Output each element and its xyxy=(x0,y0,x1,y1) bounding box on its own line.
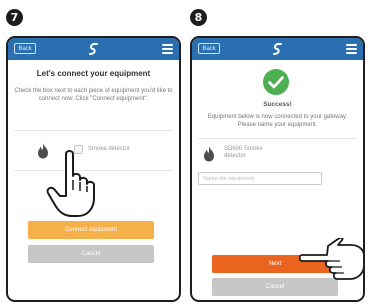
divider xyxy=(198,138,357,139)
logo-icon xyxy=(89,42,98,55)
back-button[interactable]: Back xyxy=(14,43,36,54)
logo-icon xyxy=(273,42,282,55)
success-title: Success! xyxy=(263,101,292,108)
instructions-text: Check the box next to each piece of equi… xyxy=(14,88,173,102)
step-number-8: 8 xyxy=(190,9,207,26)
success-description: Equipment below is now connected to your… xyxy=(207,114,348,128)
phone-screen-connect: Back Let's connect your equipment Check … xyxy=(6,36,181,302)
phone-screen-success: Back Success! Equipment below is now con… xyxy=(190,36,365,302)
back-button[interactable]: Back xyxy=(198,43,220,54)
equipment-name-input[interactable]: Name the equipment xyxy=(198,172,322,185)
pointing-hand-icon xyxy=(46,150,95,217)
menu-icon[interactable] xyxy=(346,44,357,54)
step-number-7: 7 xyxy=(6,9,23,26)
connect-equipment-button[interactable]: Connect equipment xyxy=(28,221,154,239)
flame-icon xyxy=(204,146,214,162)
pointing-hand-icon xyxy=(298,238,363,280)
app-header: Back xyxy=(192,38,363,60)
success-check-icon xyxy=(263,69,289,95)
device-name: SD600 Smoke detector xyxy=(224,146,263,159)
page-title: Let's connect your equipment xyxy=(36,69,151,78)
app-header: Back xyxy=(8,38,179,60)
cancel-button[interactable]: Cancel xyxy=(28,245,154,263)
divider xyxy=(14,130,173,131)
menu-icon[interactable] xyxy=(162,44,173,54)
